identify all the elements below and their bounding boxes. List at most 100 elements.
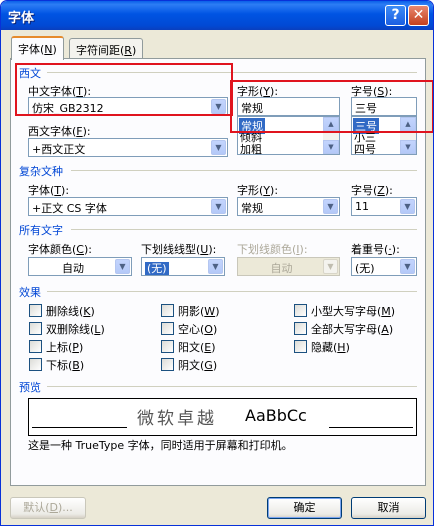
subscript-checkbox[interactable] bbox=[29, 358, 42, 371]
scroll-down-icon[interactable]: ▼ bbox=[400, 140, 416, 154]
help-button[interactable]: ? bbox=[385, 5, 406, 26]
small-caps-label: 小型大写字母(M) bbox=[311, 305, 396, 318]
chevron-down-icon[interactable]: ▼ bbox=[400, 259, 415, 274]
underline-color-value: 自动 bbox=[270, 262, 293, 275]
underline-color-label-text: 下划线颜色 bbox=[237, 243, 292, 256]
ok-button[interactable]: 确定 bbox=[267, 497, 342, 519]
chevron-down-icon[interactable]: ▼ bbox=[400, 199, 415, 214]
effect-key: K bbox=[83, 305, 91, 318]
window-title: 字体 bbox=[8, 11, 35, 26]
effect-key: G bbox=[204, 359, 213, 372]
preview-baseline bbox=[329, 427, 413, 428]
size-value: 三号 bbox=[355, 102, 377, 115]
preview-description: 这是一种 TrueType 字体，同时适用于屏幕和打印机。 bbox=[28, 439, 293, 452]
effect-key: M bbox=[381, 305, 391, 318]
complex-style-label: 字形(Y): bbox=[237, 184, 279, 197]
emphasis-value: (无) bbox=[355, 262, 375, 275]
font-color-key: C bbox=[76, 243, 84, 256]
scroll-down-icon[interactable]: ▼ bbox=[323, 140, 339, 154]
emphasis-key: · bbox=[388, 243, 392, 256]
font-color-combo[interactable]: 自动 ▼ bbox=[28, 257, 132, 276]
divider bbox=[47, 291, 417, 292]
preview-box: 微软卓越 AaBbCc bbox=[28, 398, 417, 436]
complex-size-combo[interactable]: 11 ▼ bbox=[351, 197, 417, 216]
complex-size-value: 11 bbox=[355, 200, 369, 213]
complex-font-value: +正文 CS 字体 bbox=[32, 202, 107, 215]
chevron-down-icon[interactable]: ▼ bbox=[323, 199, 338, 214]
emphasis-label-text: 着重号 bbox=[351, 243, 384, 256]
chevron-down-icon[interactable]: ▼ bbox=[211, 140, 226, 155]
engrave-checkbox[interactable] bbox=[161, 358, 174, 371]
preview-sample-latin: AaBbCc bbox=[245, 406, 307, 425]
effect-key: H bbox=[337, 341, 346, 354]
complex-style-key: Y bbox=[263, 184, 271, 197]
superscript-checkbox[interactable] bbox=[29, 340, 42, 353]
default-suffix: ... bbox=[62, 501, 73, 514]
font-color-label: 字体颜色(C): bbox=[28, 243, 92, 256]
close-icon: ✕ bbox=[412, 7, 425, 23]
size-input[interactable]: 三号 bbox=[351, 97, 417, 116]
cancel-button[interactable]: 取消 bbox=[351, 497, 426, 519]
effect-label: 阳文 bbox=[178, 341, 200, 354]
underline-label-text: 下划线线型 bbox=[141, 243, 196, 256]
underline-color-key: I bbox=[296, 243, 300, 256]
tab-font[interactable]: 字体(N) bbox=[11, 36, 64, 60]
scroll-up-icon[interactable]: ▲ bbox=[323, 117, 339, 131]
default-key: D bbox=[49, 501, 58, 514]
outline-checkbox[interactable] bbox=[161, 322, 174, 335]
chevron-down-icon: ▼ bbox=[323, 259, 338, 274]
scrollbar[interactable]: ▲ ▼ bbox=[400, 117, 416, 154]
tab-char-spacing[interactable]: 字符间距(R) bbox=[69, 38, 144, 58]
effect-label: 阴影 bbox=[178, 305, 200, 318]
engrave-label: 阴文(G) bbox=[178, 359, 218, 372]
outline-label: 空心(O) bbox=[178, 323, 218, 336]
strikethrough-checkbox[interactable] bbox=[29, 304, 42, 317]
complex-font-label-text: 字体 bbox=[28, 184, 50, 197]
font-dialog: 字体 ? ✕ 字体(N) 字符间距(R) 西文 中文字体(T): 仿宋_GB23… bbox=[0, 0, 434, 526]
scroll-up-icon[interactable]: ▲ bbox=[400, 117, 416, 131]
effect-key: P bbox=[72, 341, 79, 354]
chevron-down-icon[interactable]: ▼ bbox=[115, 259, 130, 274]
shadow-label: 阴影(W) bbox=[178, 305, 220, 318]
hidden-label: 隐藏(H) bbox=[311, 341, 350, 354]
chevron-down-icon[interactable]: ▼ bbox=[211, 199, 226, 214]
subscript-label: 下标(B) bbox=[46, 359, 85, 372]
effect-key: A bbox=[381, 323, 389, 336]
close-button[interactable]: ✕ bbox=[408, 5, 429, 26]
small-caps-checkbox[interactable] bbox=[294, 304, 307, 317]
complex-style-combo[interactable]: 常规 ▼ bbox=[237, 197, 340, 216]
complex-font-label: 字体(T): bbox=[28, 184, 70, 197]
cn-font-combo[interactable]: 仿宋_GB2312 ▼ bbox=[28, 97, 228, 116]
double-strikethrough-checkbox[interactable] bbox=[29, 322, 42, 335]
preview-baseline bbox=[32, 427, 127, 428]
list-item[interactable]: 加粗 bbox=[240, 141, 262, 154]
ok-label: 确定 bbox=[293, 501, 316, 514]
effect-label: 隐藏 bbox=[311, 341, 333, 354]
all-caps-checkbox[interactable] bbox=[294, 322, 307, 335]
help-icon: ? bbox=[391, 7, 400, 23]
complex-font-combo[interactable]: +正文 CS 字体 ▼ bbox=[28, 197, 228, 216]
hidden-checkbox[interactable] bbox=[294, 340, 307, 353]
complex-font-key: T bbox=[54, 184, 62, 197]
west-font-combo[interactable]: +西文正文 ▼ bbox=[28, 138, 228, 157]
chevron-down-icon[interactable]: ▼ bbox=[211, 99, 226, 114]
scrollbar[interactable]: ▲ ▼ bbox=[323, 117, 339, 154]
cancel-label: 取消 bbox=[377, 501, 400, 514]
size-listbox[interactable]: 三号 小三 四号 ▲ ▼ bbox=[351, 116, 417, 155]
style-input[interactable]: 常规 bbox=[237, 97, 340, 116]
style-listbox[interactable]: 常规 倾斜 加粗 ▲ ▼ bbox=[237, 116, 340, 155]
effect-label: 全部大写字母 bbox=[311, 323, 377, 336]
underline-combo[interactable]: (无) ▼ bbox=[141, 257, 225, 276]
underline-color-label: 下划线颜色(I): bbox=[237, 243, 308, 256]
list-item[interactable]: 四号 bbox=[354, 141, 376, 154]
chevron-down-icon[interactable]: ▼ bbox=[208, 259, 223, 274]
emboss-label: 阳文(E) bbox=[178, 341, 216, 354]
default-button[interactable]: 默认(D)... bbox=[10, 497, 86, 519]
emphasis-label: 着重号(·): bbox=[351, 243, 400, 256]
cn-font-value: 仿宋_GB2312 bbox=[32, 102, 104, 115]
west-font-label: 西文字体(F): bbox=[28, 125, 91, 138]
emphasis-combo[interactable]: (无) ▼ bbox=[351, 257, 417, 276]
complex-size-label: 字号(Z): bbox=[351, 184, 393, 197]
emboss-checkbox[interactable] bbox=[161, 340, 174, 353]
shadow-checkbox[interactable] bbox=[161, 304, 174, 317]
